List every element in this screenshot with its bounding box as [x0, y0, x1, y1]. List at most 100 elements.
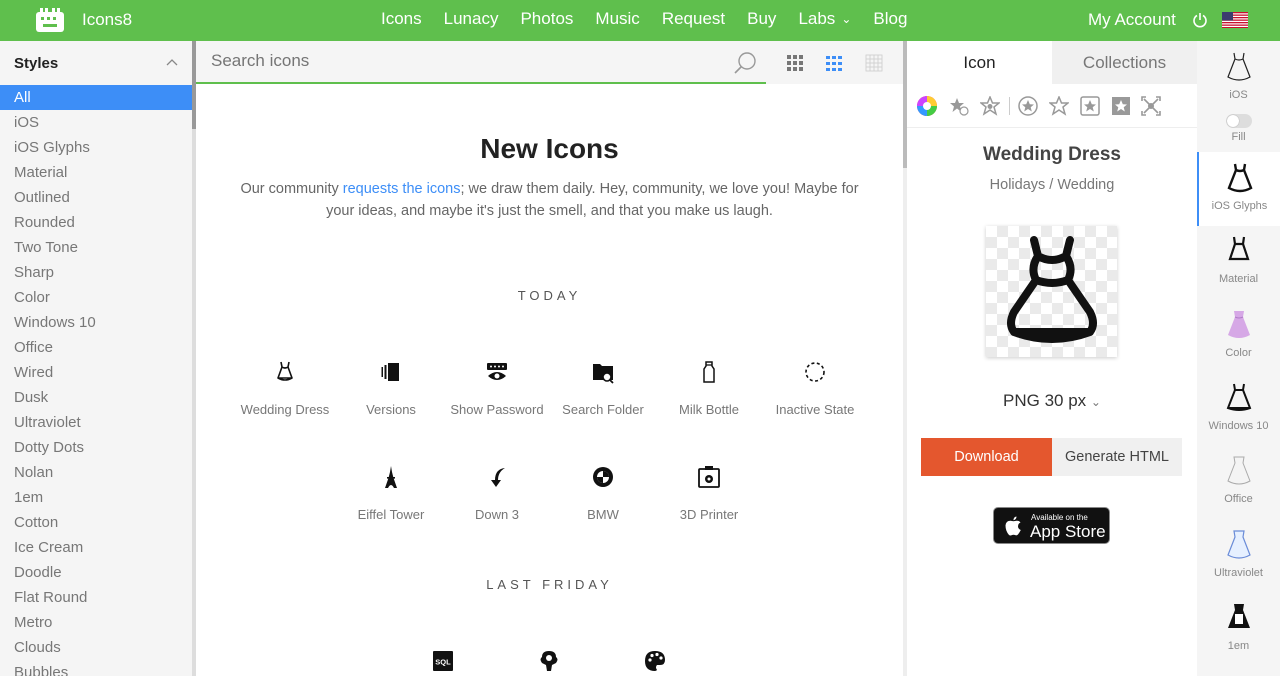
sidebar-item-outlined[interactable]: Outlined — [0, 185, 192, 210]
sql-icon-text: SQL — [435, 658, 451, 667]
icon-tile-wedding-dress[interactable]: Wedding Dress — [232, 360, 338, 417]
icon-tile-search-folder[interactable]: Search Folder — [550, 360, 656, 417]
icon-tile-down-3[interactable]: Down 3 — [444, 465, 550, 522]
sidebar-item-clouds[interactable]: Clouds — [0, 635, 192, 660]
icon-label: Down 3 — [474, 507, 520, 522]
star-badge-icon[interactable] — [980, 96, 1000, 116]
sidebar-item-cotton[interactable]: Cotton — [0, 510, 192, 535]
selected-icon-name[interactable]: Wedding Dress — [907, 144, 1197, 166]
sidebar-item-rounded[interactable]: Rounded — [0, 210, 192, 235]
search-icon[interactable] — [733, 51, 757, 75]
nav-music[interactable]: Music — [595, 9, 639, 29]
down-arrow-icon — [491, 468, 505, 487]
icon-label: Inactive State — [775, 402, 855, 417]
style-option-material[interactable]: Material — [1197, 235, 1280, 285]
section-last-friday-heading: LAST FRIDAY — [486, 577, 613, 592]
crop-expand-icon[interactable] — [1141, 96, 1161, 116]
sidebar-item-all[interactable]: All — [0, 85, 192, 110]
icon-tile-bmw[interactable]: BMW — [550, 465, 656, 522]
style-option-office[interactable]: Office — [1197, 455, 1280, 505]
sidebar-item-dusk[interactable]: Dusk — [0, 385, 192, 410]
inactive-state-icon — [805, 362, 825, 382]
style-option-ultraviolet[interactable]: Ultraviolet — [1197, 529, 1280, 579]
star-circle-icon[interactable] — [1018, 96, 1038, 116]
chevron-down-icon: ⌄ — [1090, 395, 1101, 409]
fill-toggle[interactable] — [1226, 114, 1252, 128]
color-wheel-icon[interactable] — [917, 96, 937, 116]
sidebar-item-wired[interactable]: Wired — [0, 360, 192, 385]
sidebar-item-sharp[interactable]: Sharp — [0, 260, 192, 285]
sidebar-item-bubbles[interactable]: Bubbles — [0, 660, 192, 676]
apple-logo-icon — [1005, 516, 1021, 536]
sidebar-item-dotty-dots[interactable]: Dotty Dots — [0, 435, 192, 460]
sidebar-item-windows-10[interactable]: Windows 10 — [0, 310, 192, 335]
sidebar-title[interactable]: Styles — [14, 55, 58, 72]
app-store-badge[interactable]: Available on the App Store — [993, 507, 1110, 544]
generate-html-button[interactable]: Generate HTML — [1052, 438, 1182, 476]
sidebar-item-office[interactable]: Office — [0, 335, 192, 360]
nav-lunacy[interactable]: Lunacy — [444, 9, 499, 29]
power-icon[interactable] — [1192, 12, 1208, 28]
sidebar-item-doodle[interactable]: Doodle — [0, 560, 192, 585]
icon-tile-eiffel-tower[interactable]: Eiffel Tower — [338, 465, 444, 522]
sidebar-item-flat-round[interactable]: Flat Round — [0, 585, 192, 610]
nav-labs[interactable]: Labs ⌄ — [798, 9, 851, 29]
grid-medium-icon[interactable] — [825, 54, 843, 72]
sidebar-item-material[interactable]: Material — [0, 160, 192, 185]
sidebar-item-ultraviolet[interactable]: Ultraviolet — [0, 410, 192, 435]
download-button[interactable]: Download — [921, 438, 1052, 476]
icon-tile-3d-printer[interactable]: 3D Printer — [656, 465, 762, 522]
brain-gear-icon — [540, 651, 558, 671]
us-flag-icon[interactable] — [1222, 12, 1248, 28]
requests-link[interactable]: requests the icons — [343, 181, 461, 197]
nav-blog[interactable]: Blog — [873, 9, 907, 29]
sidebar-item-ios[interactable]: iOS — [0, 110, 192, 135]
sidebar-item-ios-glyphs[interactable]: iOS Glyphs — [0, 135, 192, 160]
wedding-dress-icon — [1226, 163, 1253, 193]
sidebar-item-ice-cream[interactable]: Ice Cream — [0, 535, 192, 560]
style-option-ios-glyphs[interactable]: iOS Glyphs — [1197, 152, 1280, 226]
search-input[interactable] — [211, 51, 711, 71]
milk-bottle-icon — [703, 361, 715, 383]
chevron-up-icon[interactable] — [166, 57, 178, 69]
icon-tile-sql[interactable]: SQL — [390, 649, 496, 673]
icon-tile-show-password[interactable]: Show Password — [444, 360, 550, 417]
top-navbar: Icons8 Icons Lunacy Photos Music Request… — [0, 0, 1280, 41]
star-square-icon[interactable] — [1080, 96, 1100, 116]
star-filled-square-icon[interactable] — [1111, 96, 1131, 116]
selected-icon-category[interactable]: Holidays / Wedding — [907, 177, 1197, 193]
grid-small-icon[interactable] — [786, 54, 804, 72]
icon-tile-inactive-state[interactable]: Inactive State — [762, 360, 868, 417]
icon-tile-palette[interactable] — [602, 649, 708, 673]
icon-tile-brain-gear[interactable] — [496, 649, 602, 673]
wedding-dress-icon — [1227, 236, 1250, 261]
nav-photos[interactable]: Photos — [520, 9, 573, 29]
style-option-color[interactable]: Color — [1197, 309, 1280, 359]
icon-tile-versions[interactable]: Versions — [338, 360, 444, 417]
style-option-1em[interactable]: 1em — [1197, 602, 1280, 652]
sidebar-item-nolan[interactable]: Nolan — [0, 460, 192, 485]
brand-name[interactable]: Icons8 — [82, 10, 132, 30]
tab-icon[interactable]: Icon — [907, 41, 1052, 84]
sidebar-item-two-tone[interactable]: Two Tone — [0, 235, 192, 260]
icon-tile-milk-bottle[interactable]: Milk Bottle — [656, 360, 762, 417]
style-option-ios[interactable]: iOS — [1197, 51, 1280, 111]
logo-icon[interactable] — [35, 7, 65, 33]
format-size-dropdown[interactable]: PNG 30 px ⌄ — [907, 391, 1197, 411]
tab-collections[interactable]: Collections — [1052, 41, 1197, 84]
fill-toggle-label: Fill — [1231, 131, 1246, 143]
sidebar-item-1em[interactable]: 1em — [0, 485, 192, 510]
sidebar-item-metro[interactable]: Metro — [0, 610, 192, 635]
sidebar-item-color[interactable]: Color — [0, 285, 192, 310]
toolbar-divider — [1009, 97, 1010, 115]
chevron-down-icon: ⌄ — [841, 12, 852, 26]
add-star-icon[interactable] — [949, 96, 969, 116]
style-option-windows-10[interactable]: Windows 10 — [1197, 382, 1280, 432]
nav-icons[interactable]: Icons — [381, 9, 422, 29]
nav-request[interactable]: Request — [662, 9, 725, 29]
grid-large-icon[interactable] — [865, 54, 883, 72]
versions-icon — [381, 363, 399, 381]
my-account-link[interactable]: My Account — [1088, 10, 1176, 30]
star-outline-icon[interactable] — [1049, 96, 1069, 116]
nav-buy[interactable]: Buy — [747, 9, 776, 29]
